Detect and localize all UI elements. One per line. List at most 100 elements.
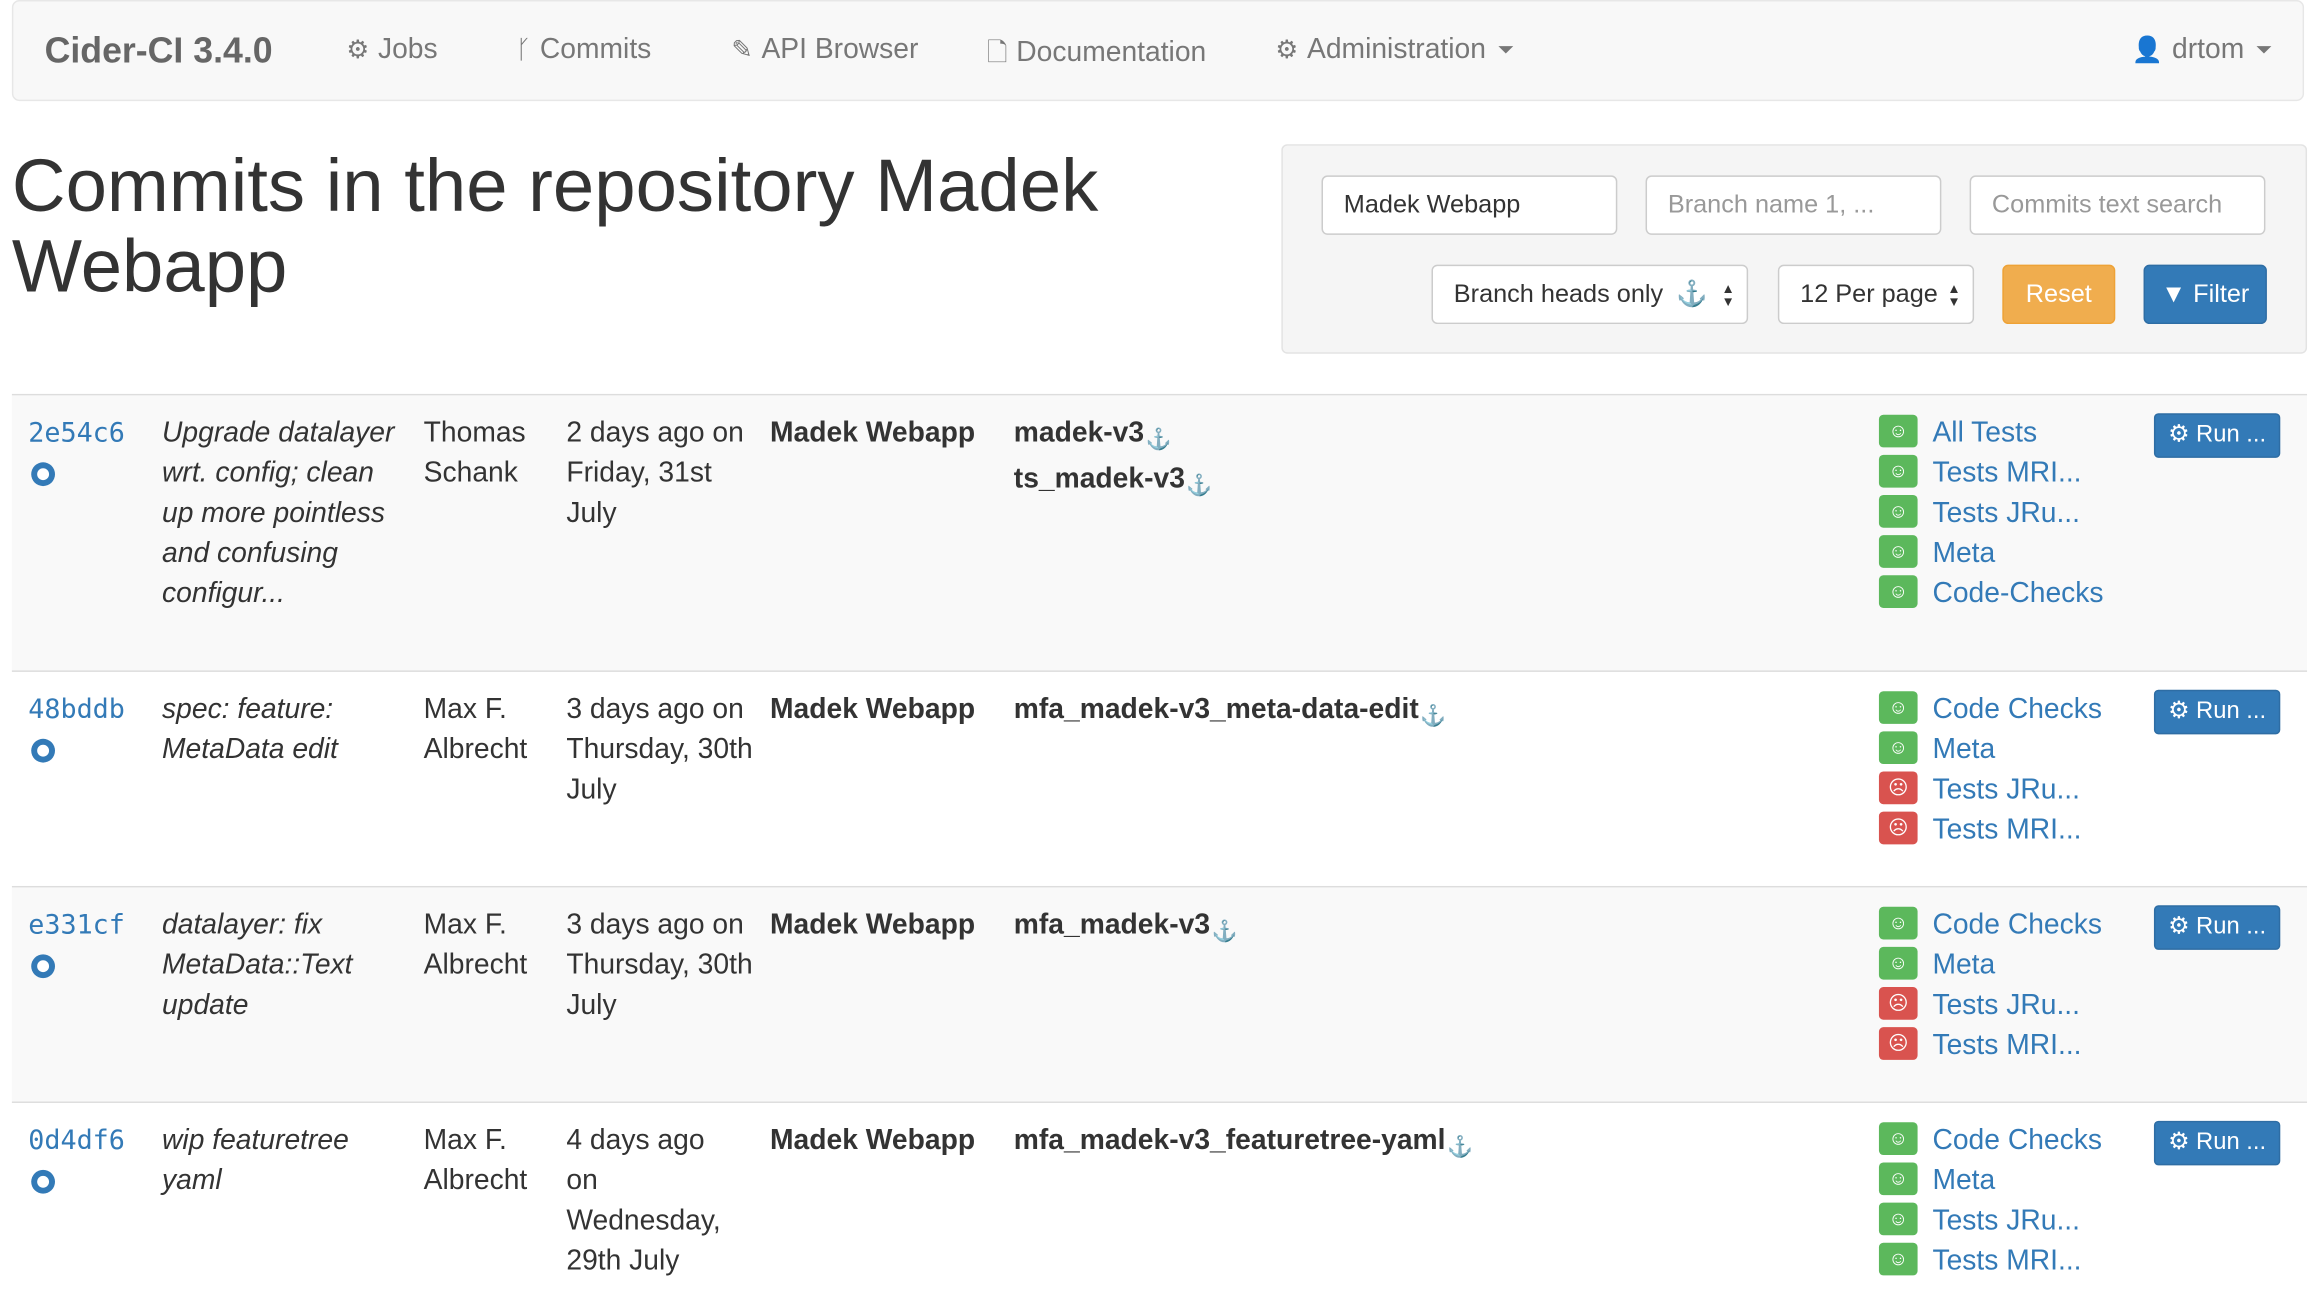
job-link[interactable]: Code Checks — [1932, 694, 2102, 725]
branch-name[interactable]: mfa_madek-v3_meta-data-edit — [1014, 694, 1419, 725]
nav-api-browser[interactable]: ✎ API Browser — [731, 34, 918, 67]
run-button[interactable]: ⚙ Run ... — [2153, 1120, 2281, 1166]
job-link[interactable]: Meta — [1932, 950, 1995, 981]
job-link[interactable]: Meta — [1932, 1165, 1995, 1196]
nav-documentation-label: Documentation — [1016, 37, 1207, 69]
commit-repository: Madek Webapp — [770, 417, 976, 449]
anchor-icon: ⚓ — [1676, 279, 1708, 308]
job-item: ☹ Tests JRu... — [1878, 986, 2102, 1026]
nav-commits[interactable]: ᚴ Commits — [516, 34, 652, 67]
job-item: ☺ Tests JRu... — [1878, 1201, 2102, 1241]
anchor-icon: ⚓ — [1447, 1134, 1473, 1158]
run-button-label: Run ... — [2196, 914, 2267, 940]
smile-icon: ☺ — [1878, 1242, 1918, 1276]
reset-button[interactable]: Reset — [2002, 264, 2116, 325]
job-link[interactable]: Tests JRu... — [1932, 774, 2080, 805]
run-button[interactable]: ⚙ Run ... — [2153, 413, 2281, 458]
job-item: ☺ Tests MRI... — [1878, 1241, 2102, 1281]
job-link[interactable]: Tests MRI... — [1932, 1246, 2081, 1277]
repository-input[interactable]: Madek Webapp — [1321, 175, 1618, 235]
job-link[interactable]: Meta — [1932, 538, 1995, 569]
gear-icon: ⚙ — [2168, 1129, 2190, 1156]
gear-icon: ⚙ — [2168, 422, 2190, 448]
branch-name[interactable]: madek-v3 — [1014, 418, 1144, 449]
job-link[interactable]: Tests MRI... — [1932, 815, 2081, 846]
run-button[interactable]: ⚙ Run ... — [2153, 905, 2281, 950]
job-item: ☹ Tests MRI... — [1878, 810, 2102, 850]
job-link[interactable]: Code Checks — [1932, 910, 2102, 941]
job-link[interactable]: Tests MRI... — [1932, 458, 2081, 489]
commit-repository: Madek Webapp — [770, 1125, 976, 1157]
nav-api-browser-label: API Browser — [761, 34, 919, 66]
job-item: ☺ Meta — [1878, 945, 2102, 985]
commit-date: 4 days ago on Wednesday, 29th July — [566, 1125, 721, 1277]
job-item: ☺ Code Checks — [1878, 690, 2102, 730]
job-link[interactable]: Meta — [1932, 734, 1995, 765]
table-row: 2e54c6 Upgrade datalayer wrt. config; cl… — [11, 395, 2308, 672]
commit-sha-cell: 0d4df6 — [28, 1121, 125, 1194]
commit-sha-link[interactable]: 0d4df6 — [28, 1125, 125, 1156]
branch-name[interactable]: mfa_madek-v3_featuretree-yaml — [1014, 1125, 1446, 1156]
github-icon[interactable] — [31, 1169, 56, 1194]
anchor-icon: ⚓ — [1420, 703, 1447, 727]
nav-documentation[interactable]: 🗋 Documentation — [987, 34, 1206, 77]
job-link[interactable]: Code Checks — [1932, 1125, 2102, 1156]
run-button-label: Run ... — [2196, 1129, 2267, 1156]
job-item: ☺ Meta — [1878, 730, 2102, 770]
branch-name-input[interactable]: Branch name 1, ... — [1645, 175, 1942, 235]
nav-jobs[interactable]: ⚙ Jobs — [346, 34, 437, 67]
user-icon: 👤 — [2131, 35, 2164, 64]
job-link[interactable]: Tests JRu... — [1932, 990, 2080, 1021]
branch-name[interactable]: ts_madek-v3 — [1014, 464, 1185, 495]
commit-message: datalayer: fix MetaData::Text update — [162, 909, 353, 1022]
per-page-select[interactable]: 12 Per page ▲ ▼ — [1777, 264, 1975, 325]
commit-date: 3 days ago on Thursday, 30th July — [566, 909, 753, 1022]
caret-down-icon — [1497, 46, 1513, 55]
filter-button[interactable]: ▼ Filter — [2143, 264, 2267, 325]
nav-administration[interactable]: ⚙ Administration — [1275, 34, 1513, 67]
caret-down-icon — [2256, 46, 2272, 55]
commit-branches: mfa_madek-v3_featuretree-yaml⚓ — [1014, 1121, 1473, 1167]
job-link[interactable]: All Tests — [1932, 418, 2037, 449]
commit-author: Thomas Schank — [423, 417, 526, 490]
commit-sha-link[interactable]: 2e54c6 — [28, 418, 125, 449]
commit-branches: mfa_madek-v3⚓ — [1014, 905, 1238, 951]
job-item: ☺ Code-Checks — [1878, 574, 2104, 614]
job-item: ☺ Tests MRI... — [1878, 453, 2104, 493]
select-arrows-icon: ▲ ▼ — [1947, 280, 1961, 310]
commit-jobs: ☺ Code Checks ☺ Meta ☹ Tests JRu... ☹ Tests … — [1878, 690, 2102, 851]
run-button-label: Run ... — [2196, 422, 2267, 448]
branch-name[interactable]: mfa_madek-v3 — [1014, 910, 1210, 941]
table-row: 0d4df6 wip featuretree yaml Max F. Albre… — [12, 1103, 2307, 1311]
github-icon[interactable] — [31, 462, 56, 487]
run-button-label: Run ... — [2196, 698, 2267, 724]
job-link[interactable]: Tests MRI... — [1932, 1030, 2081, 1061]
gear-icon: ⚙ — [346, 35, 370, 64]
commit-sha-link[interactable]: e331cf — [28, 910, 125, 941]
job-item: ☹ Tests MRI... — [1878, 1026, 2102, 1066]
github-icon[interactable] — [31, 738, 56, 763]
commit-branches: mfa_madek-v3_meta-data-edit⚓ — [1014, 690, 1446, 736]
commit-sha-cell: e331cf — [28, 905, 125, 979]
brand-link[interactable]: Cider-CI 3.4.0 — [45, 31, 273, 73]
github-icon[interactable] — [31, 954, 56, 979]
job-item: ☺ Meta — [1878, 1161, 2102, 1201]
commit-author: Max F. Albrecht — [423, 694, 528, 766]
frown-icon: ☹ — [1878, 771, 1918, 805]
run-button[interactable]: ⚙ Run ... — [2153, 689, 2281, 735]
select-arrows-icon: ▲ ▼ — [1721, 280, 1735, 310]
commit-sha-link[interactable]: 48bddb — [28, 694, 125, 725]
job-link[interactable]: Tests JRu... — [1932, 1206, 2080, 1237]
commit-jobs: ☺ Code Checks ☺ Meta ☺ Tests JRu... ☺ Tests … — [1878, 1121, 2102, 1282]
branch-heads-select[interactable]: Branch heads only ⚓ ▲ ▼ — [1431, 264, 1749, 325]
table-row: e331cf datalayer: fix MetaData::Text upd… — [11, 887, 2308, 1103]
commit-message: spec: feature: MetaData edit — [162, 694, 338, 766]
job-item: ☺ Tests JRu... — [1878, 494, 2104, 534]
user-menu[interactable]: 👤 drtom — [2131, 34, 2272, 67]
smile-icon: ☺ — [1878, 946, 1918, 980]
job-link[interactable]: Code-Checks — [1932, 578, 2103, 609]
commits-text-search-input[interactable]: Commits text search — [1969, 175, 2266, 235]
frown-icon: ☹ — [1878, 1027, 1918, 1060]
job-link[interactable]: Tests JRu... — [1932, 498, 2080, 529]
gear-icon: ⚙ — [1275, 35, 1299, 64]
